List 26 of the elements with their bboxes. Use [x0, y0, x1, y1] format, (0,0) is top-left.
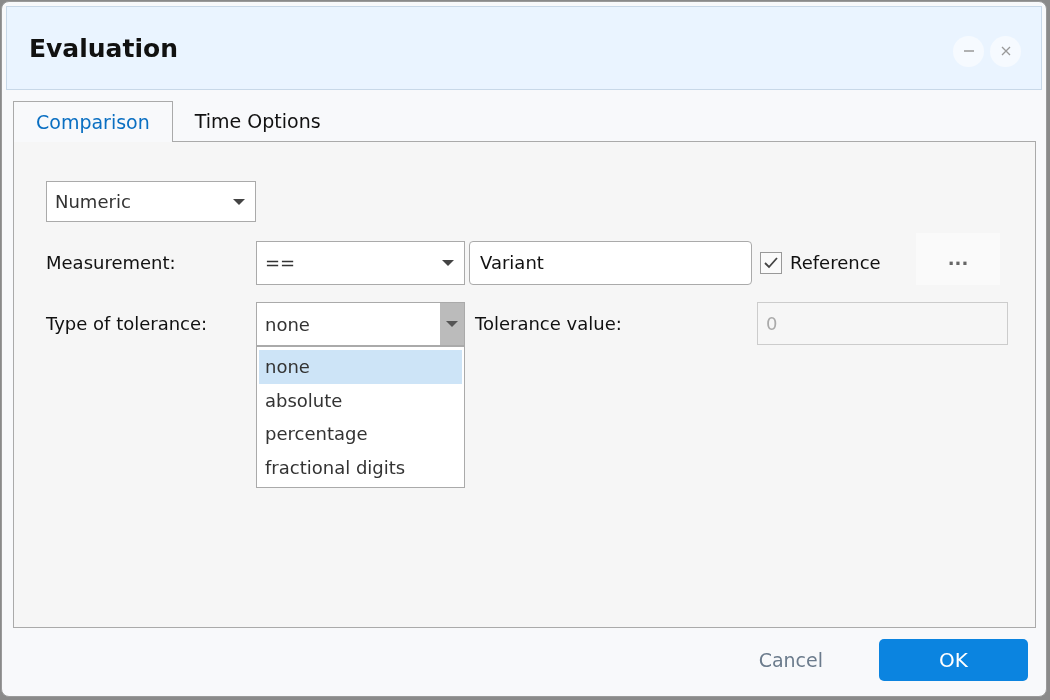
reference-checkbox[interactable]: Reference — [760, 251, 916, 274]
type-dropdown[interactable]: Numeric — [46, 181, 256, 222]
cancel-button[interactable]: Cancel — [752, 648, 829, 672]
caret-icon — [442, 259, 454, 266]
tab[interactable]: Comparison — [13, 101, 173, 142]
measurement-input[interactable]: Variant — [469, 240, 752, 285]
dropdown-option[interactable]: fractional digits — [259, 450, 462, 484]
check-icon — [763, 255, 779, 270]
dropdown-option[interactable]: absolute — [259, 383, 462, 417]
minimize-button[interactable] — [953, 35, 984, 67]
caret-icon — [446, 321, 458, 327]
checkbox[interactable] — [760, 251, 782, 274]
tolerance-dropdown[interactable]: none — [256, 302, 465, 346]
dropdown-option[interactable]: none — [259, 350, 462, 384]
ok-button[interactable]: OK — [879, 639, 1028, 681]
close-button[interactable] — [990, 35, 1021, 67]
more-button[interactable]: ... — [916, 232, 1000, 285]
caret-icon — [233, 198, 245, 205]
measurement-label: Measurement: — [46, 252, 177, 273]
tolerance-type-label: Type of tolerance: — [46, 312, 209, 336]
window-title: Evaluation — [29, 33, 178, 63]
tab[interactable]: Time Options — [172, 100, 343, 141]
close-icon — [999, 45, 1012, 57]
dropdown-option[interactable]: percentage — [259, 417, 462, 451]
operator-dropdown[interactable]: == — [256, 240, 465, 285]
tolerance-value-label: Tolerance value: — [475, 312, 623, 336]
